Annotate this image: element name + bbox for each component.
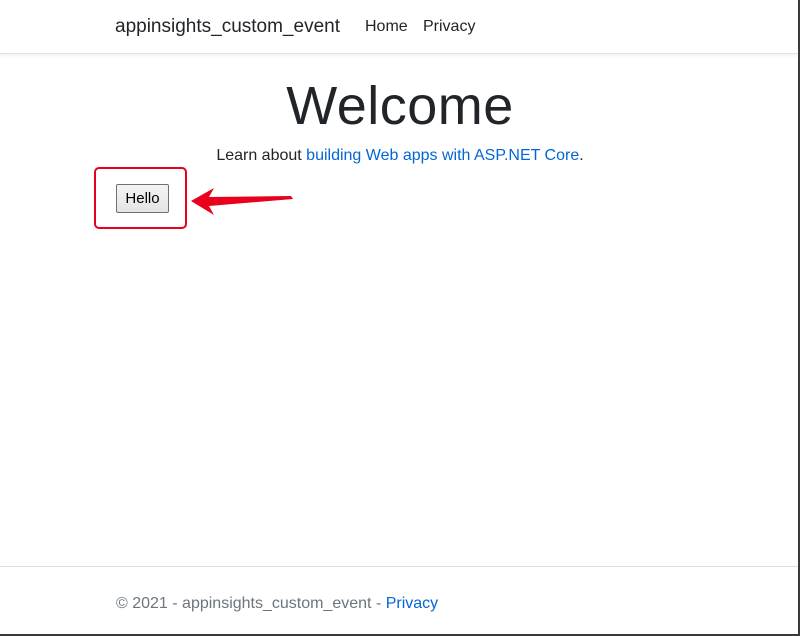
footer: © 2021 - appinsights_custom_event - Priv… bbox=[0, 566, 798, 635]
footer-privacy-link[interactable]: Privacy bbox=[386, 595, 438, 612]
aspnet-docs-link[interactable]: building Web apps with ASP.NET Core bbox=[306, 147, 579, 164]
learn-suffix: . bbox=[579, 147, 584, 164]
hello-button[interactable]: Hello bbox=[116, 184, 169, 213]
brand-link[interactable]: appinsights_custom_event bbox=[115, 16, 340, 38]
navbar: appinsights_custom_event Home Privacy bbox=[0, 0, 798, 54]
nav-home-link[interactable]: Home bbox=[365, 18, 408, 36]
learn-text: Learn about building Web apps with ASP.N… bbox=[0, 147, 800, 165]
nav-privacy-link[interactable]: Privacy bbox=[423, 18, 475, 36]
annotation-arrow-icon bbox=[191, 188, 293, 215]
page-title: Welcome bbox=[286, 76, 514, 136]
footer-copyright: © 2021 - appinsights_custom_event - bbox=[116, 595, 386, 612]
learn-prefix: Learn about bbox=[216, 147, 307, 164]
footer-text: © 2021 - appinsights_custom_event - Priv… bbox=[116, 595, 438, 613]
